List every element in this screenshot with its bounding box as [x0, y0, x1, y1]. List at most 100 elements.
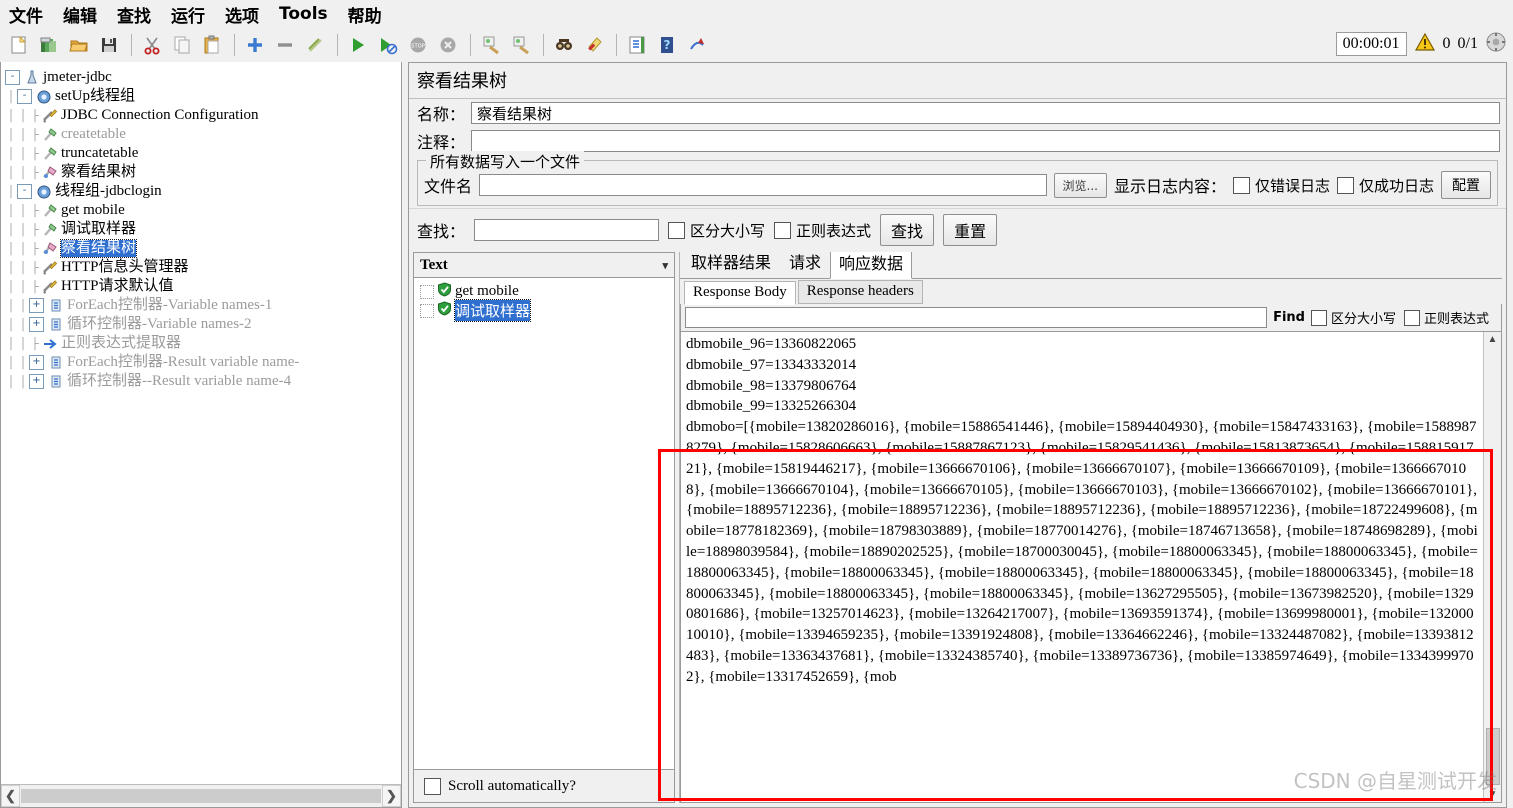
search-input[interactable] [474, 219, 659, 241]
chevron-right-icon[interactable]: ❯ [382, 785, 401, 807]
tree-node[interactable]: ││├get mobile [5, 201, 401, 220]
templates-icon[interactable] [35, 31, 63, 59]
tree-node[interactable]: ││├察看结果树 [5, 239, 401, 258]
response-vertical-scrollbar[interactable]: ▲ ▼ [1483, 332, 1501, 802]
sampler-result-tree[interactable]: get mobile调试取样器 [414, 278, 674, 769]
menu-help[interactable]: 帮助 [345, 1, 385, 28]
tree-node[interactable]: ││+ForEach控制器-Result variable name- [5, 353, 401, 372]
configure-button[interactable]: 配置 [1441, 171, 1491, 199]
clear-icon[interactable] [477, 31, 505, 59]
response-tabs[interactable]: 取样器结果请求响应数据 [680, 252, 1502, 278]
tree-node[interactable]: ││├正则表达式提取器 [5, 334, 401, 353]
success-only-checkbox[interactable]: 仅成功日志 [1337, 175, 1434, 196]
tree-node[interactable]: ││├调试取样器 [5, 220, 401, 239]
sampler-result-node[interactable]: get mobile [420, 282, 674, 301]
open-icon[interactable] [65, 31, 93, 59]
reset-button[interactable]: 重置 [943, 214, 997, 246]
browse-button[interactable]: 浏览... [1054, 173, 1107, 198]
response-tab[interactable]: 请求 [780, 252, 830, 278]
response-body-text[interactable]: dbmobile_96=13360822065 dbmobile_97=1334… [681, 332, 1483, 802]
tree-expand-handle[interactable]: + [29, 374, 44, 389]
name-input[interactable] [471, 102, 1500, 124]
undo-icon[interactable] [683, 31, 711, 59]
chevron-left-icon[interactable]: ❮ [1, 785, 20, 807]
tree-node[interactable]: │-线程组-jdbclogin [5, 182, 401, 201]
tree-node[interactable]: ││├HTTP信息头管理器 [5, 258, 401, 277]
tree-expand-handle[interactable]: + [29, 355, 44, 370]
copy-icon[interactable] [168, 31, 196, 59]
chevron-down-icon[interactable]: ▾ [662, 259, 668, 272]
tree-node[interactable]: ││├察看结果树 [5, 163, 401, 182]
filename-input[interactable] [479, 174, 1046, 196]
expand-icon[interactable] [241, 31, 269, 59]
checkbox-box[interactable] [1404, 310, 1420, 326]
find-case-checkbox[interactable]: 区分大小写 [1311, 308, 1396, 327]
scroll-track[interactable] [21, 789, 381, 803]
response-tab[interactable]: 取样器结果 [682, 252, 780, 278]
response-subtab[interactable]: Response Body [684, 281, 796, 305]
menu-search[interactable]: 查找 [114, 1, 154, 28]
scroll-up-icon[interactable]: ▲ [1488, 332, 1498, 347]
tree-node[interactable]: ││+循环控制器--Result variable name-4 [5, 372, 401, 391]
stop-icon[interactable] [434, 31, 462, 59]
test-plan-tree[interactable]: -jmeter-jdbc│-setUp线程组││├JDBC Connection… [1, 62, 401, 784]
search-case-checkbox[interactable]: 区分大小写 [668, 220, 765, 241]
find-regex-checkbox[interactable]: 正则表达式 [1404, 308, 1489, 327]
tree-expand-handle[interactable]: - [17, 184, 32, 199]
tree-node[interactable]: ││+ForEach控制器-Variable names-1 [5, 296, 401, 315]
menu-edit[interactable]: 编辑 [60, 1, 100, 28]
toggle-icon[interactable] [301, 31, 329, 59]
success-only-label: 仅成功日志 [1359, 175, 1434, 196]
tree-guide: │ [5, 205, 17, 217]
tree-expand-handle[interactable]: + [29, 298, 44, 313]
search-reset-icon[interactable] [580, 31, 608, 59]
toolbar-separator [234, 34, 235, 56]
clear-all-icon[interactable] [507, 31, 535, 59]
tree-expand-handle[interactable]: + [29, 317, 44, 332]
save-icon[interactable] [95, 31, 123, 59]
tree-node[interactable]: ││├truncatetable [5, 144, 401, 163]
response-subtab[interactable]: Response headers [798, 280, 923, 304]
tree-node-label: createtable [61, 126, 126, 143]
tree-expand-handle[interactable]: - [17, 89, 32, 104]
response-subtabs[interactable]: Response BodyResponse headers [680, 278, 1502, 304]
paste-icon[interactable] [198, 31, 226, 59]
menu-options[interactable]: 选项 [222, 1, 262, 28]
help-icon[interactable]: ? [653, 31, 681, 59]
search-button[interactable]: 查找 [880, 214, 934, 246]
scroll-auto-checkbox[interactable] [424, 778, 441, 795]
collapse-icon[interactable] [271, 31, 299, 59]
new-icon[interactable] [5, 31, 33, 59]
remote-status-icon[interactable] [1485, 31, 1507, 56]
start-icon[interactable] [344, 31, 372, 59]
errors-only-checkbox[interactable]: 仅错误日志 [1233, 175, 1330, 196]
tree-node[interactable]: ││├HTTP请求默认值 [5, 277, 401, 296]
tree-expand-handle[interactable]: - [5, 70, 20, 85]
checkbox-box[interactable] [1233, 177, 1250, 194]
function-helper-icon[interactable] [623, 31, 651, 59]
tree-node[interactable]: ││├JDBC Connection Configuration [5, 106, 401, 125]
comment-input[interactable] [471, 130, 1500, 152]
find-input[interactable] [685, 307, 1267, 328]
search-regex-checkbox[interactable]: 正则表达式 [774, 220, 871, 241]
tree-node[interactable]: ││├createtable [5, 125, 401, 144]
shutdown-icon[interactable]: STOP [404, 31, 432, 59]
checkbox-box[interactable] [668, 222, 685, 239]
tree-node[interactable]: -jmeter-jdbc [5, 68, 401, 87]
tree-node[interactable]: │-setUp线程组 [5, 87, 401, 106]
tree-node[interactable]: ││+循环控制器-Variable names-2 [5, 315, 401, 334]
menu-tools[interactable]: Tools [276, 3, 331, 25]
checkbox-box[interactable] [774, 222, 791, 239]
menu-run[interactable]: 运行 [168, 1, 208, 28]
tree-horizontal-scrollbar[interactable]: ❮ ❯ [1, 784, 401, 807]
menu-file[interactable]: 文件 [6, 1, 46, 28]
renderer-combo[interactable]: Text ▾ [414, 253, 674, 278]
checkbox-box[interactable] [1311, 310, 1327, 326]
sampler-result-node[interactable]: 调试取样器 [420, 301, 674, 320]
warning-triangle-icon[interactable] [1414, 32, 1436, 55]
checkbox-box[interactable] [1337, 177, 1354, 194]
start-no-timers-icon[interactable] [374, 31, 402, 59]
search-icon[interactable] [550, 31, 578, 59]
cut-icon[interactable] [138, 31, 166, 59]
response-tab[interactable]: 响应数据 [830, 252, 912, 279]
